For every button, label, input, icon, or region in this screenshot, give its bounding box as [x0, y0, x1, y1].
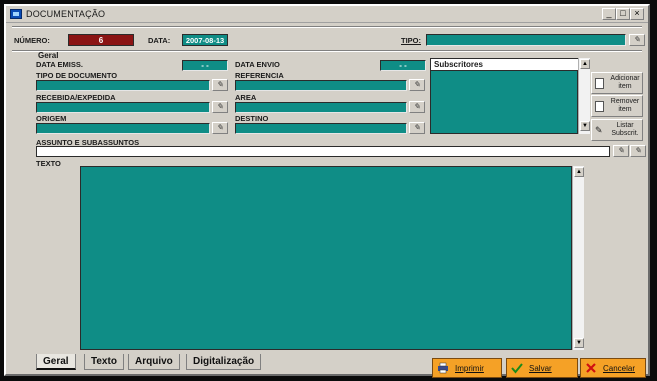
- numero-label: NÚMERO:: [14, 36, 50, 45]
- documentacao-window: DOCUMENTAÇÃO _ □ × NÚMERO: 6 DATA: 2007-…: [4, 4, 650, 378]
- texto-scroll-up-icon[interactable]: ▲: [574, 167, 584, 177]
- texto-area[interactable]: [80, 166, 572, 350]
- tipo-documento-field[interactable]: [36, 80, 210, 91]
- assunto-lookup-button[interactable]: ✎: [613, 145, 629, 157]
- salvar-button[interactable]: Salvar: [506, 358, 578, 378]
- remover-label: Remover item: [610, 98, 640, 113]
- referencia-field[interactable]: [235, 80, 407, 91]
- tab-arquivo[interactable]: Arquivo: [128, 354, 180, 370]
- maximize-button[interactable]: □: [616, 8, 630, 20]
- destino-field[interactable]: [235, 123, 407, 134]
- recebida-field[interactable]: [36, 102, 210, 113]
- adicionar-label: Adicionar item: [610, 75, 640, 90]
- referencia-lookup-button[interactable]: ✎: [409, 79, 425, 91]
- cancelar-label: Cancelar: [603, 364, 636, 373]
- data-emiss-value: - -: [201, 61, 209, 70]
- remove-document-icon: [595, 101, 604, 112]
- recebida-label: RECEBIDA/EXPEDIDA: [36, 93, 116, 102]
- remover-item-button[interactable]: Remover item: [591, 95, 643, 117]
- imprimir-label: Imprimir: [455, 364, 484, 373]
- adicionar-item-button[interactable]: Adicionar item: [591, 72, 643, 94]
- imprimir-button[interactable]: Imprimir: [432, 358, 502, 378]
- numero-value: 6: [98, 36, 104, 45]
- tipo-lookup-button[interactable]: ✎: [629, 34, 645, 46]
- tab-texto[interactable]: Texto: [84, 354, 124, 370]
- x-icon: [586, 363, 596, 373]
- data-value: 2007-08-13: [185, 36, 225, 45]
- origem-label: ORIGEM: [36, 114, 67, 123]
- scroll-up-icon[interactable]: ▲: [580, 59, 590, 69]
- data-label: DATA:: [148, 36, 171, 45]
- subscritores-list[interactable]: [430, 70, 578, 134]
- data-envio-field[interactable]: - -: [380, 60, 426, 71]
- window-title: DOCUMENTAÇÃO: [26, 9, 106, 19]
- salvar-label: Salvar: [529, 364, 552, 373]
- data-field[interactable]: 2007-08-13: [182, 34, 228, 46]
- tab-geral[interactable]: Geral: [36, 354, 76, 370]
- destino-label: DESTINO: [235, 114, 269, 123]
- tipo-label: TIPO:: [401, 36, 421, 45]
- screen-frame: DOCUMENTAÇÃO _ □ × NÚMERO: 6 DATA: 2007-…: [0, 0, 657, 381]
- data-envio-label: DATA ENVIO: [235, 60, 280, 69]
- scroll-down-icon[interactable]: ▼: [580, 121, 590, 131]
- texto-scrollbar[interactable]: ▲ ▼: [572, 166, 584, 350]
- header-separator-bottom: [12, 50, 642, 52]
- data-emiss-field[interactable]: - -: [182, 60, 228, 71]
- add-document-icon: [595, 78, 604, 89]
- subscritores-scrollbar[interactable]: ▲ ▼: [578, 58, 590, 134]
- assunto-lookup2-button[interactable]: ✎: [630, 145, 646, 157]
- app-icon: [10, 9, 22, 19]
- cancelar-button[interactable]: Cancelar: [580, 358, 646, 378]
- geral-group-label: Geral: [38, 51, 59, 60]
- listar-subscritores-button[interactable]: ✎ Listar Subscrit.: [591, 119, 643, 141]
- origem-field[interactable]: [36, 123, 210, 134]
- area-label: AREA: [235, 93, 257, 102]
- close-button[interactable]: ×: [630, 8, 644, 20]
- printer-icon: [438, 362, 448, 374]
- destino-lookup-button[interactable]: ✎: [409, 122, 425, 134]
- area-lookup-button[interactable]: ✎: [409, 101, 425, 113]
- tipo-field[interactable]: [426, 34, 626, 46]
- origem-lookup-button[interactable]: ✎: [212, 122, 228, 134]
- listar-label: Listar Subscrit.: [611, 122, 639, 137]
- numero-field[interactable]: 6: [68, 34, 134, 46]
- referencia-label: REFERENCIA: [235, 71, 284, 80]
- assunto-field[interactable]: [36, 146, 610, 157]
- tipo-documento-lookup-button[interactable]: ✎: [212, 79, 228, 91]
- data-envio-value: - -: [399, 61, 407, 70]
- data-emiss-label: DATA EMISS.: [36, 60, 83, 69]
- tipo-documento-label: TIPO DE DOCUMENTO: [36, 71, 118, 80]
- texto-label: TEXTO: [36, 159, 61, 168]
- recebida-lookup-button[interactable]: ✎: [212, 101, 228, 113]
- check-icon: [511, 363, 523, 374]
- area-field[interactable]: [235, 102, 407, 113]
- minimize-button[interactable]: _: [602, 8, 616, 20]
- list-wand-icon: ✎: [595, 125, 604, 136]
- texto-scroll-down-icon[interactable]: ▼: [574, 338, 584, 348]
- tab-digitalizacao[interactable]: Digitalização: [186, 354, 262, 370]
- subscritores-label: Subscritores: [434, 60, 483, 69]
- header-separator-top: [12, 26, 642, 28]
- title-bar: DOCUMENTAÇÃO _ □ ×: [6, 6, 648, 23]
